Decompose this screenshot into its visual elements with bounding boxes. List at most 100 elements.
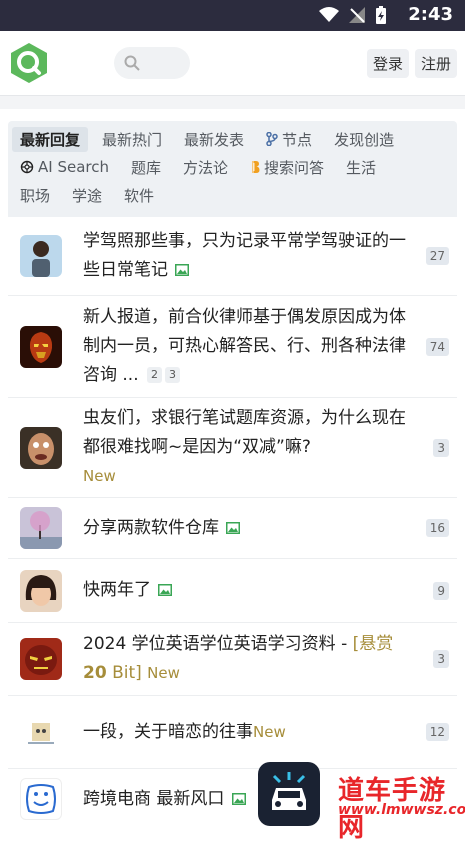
tab-nodes-label: 节点 — [282, 130, 313, 149]
tab-ai-search-label: AI Search — [38, 158, 109, 176]
reply-count: 3 — [433, 438, 449, 457]
watermark-logo — [258, 762, 320, 826]
watermark-url: www.lmwwsz.com — [338, 802, 465, 818]
topic-row[interactable]: 快两年了 9 — [8, 559, 457, 623]
search-box[interactable] — [114, 47, 190, 79]
avatar[interactable] — [20, 507, 62, 549]
branch-icon — [266, 132, 278, 146]
page-link[interactable]: 3 — [165, 367, 181, 383]
image-icon — [158, 584, 173, 596]
avatar[interactable] — [20, 711, 62, 753]
topic-title[interactable]: 虫友们，求银行笔试题库资源，为什么现在都很难找啊~是因为“双减”嘛? New — [83, 404, 457, 491]
bitcoin-icon — [252, 161, 260, 173]
wifi-icon — [319, 7, 339, 22]
avatar-tree-image — [20, 511, 62, 549]
status-bar: 2:43 — [0, 0, 465, 31]
topic-row[interactable]: 学驾照那些事，只为记录平常学驾驶证的一些日常笔记 27 — [8, 217, 457, 296]
reply-count: 12 — [425, 723, 449, 741]
new-badge: New — [253, 722, 286, 741]
topic-title-text: 分享两款软件仓库 — [83, 517, 219, 538]
openai-icon — [20, 160, 34, 174]
tab-question-bank[interactable]: 题库 — [123, 155, 169, 180]
topic-row[interactable]: 2024 学位英语学位英语学习资料 - [悬赏 20 Bit] New 3 — [8, 623, 457, 696]
reply-count: 9 — [433, 581, 449, 600]
topic-row[interactable]: 一段，关于暗恋的往事New 12 — [8, 696, 457, 769]
status-icons — [319, 6, 387, 24]
reply-count: 27 — [425, 247, 449, 265]
reply-count: 16 — [425, 519, 449, 537]
site-watermark: 道车手游网 www.lmwwsz.com — [258, 762, 465, 843]
topic-title[interactable]: 学驾照那些事，只为记录平常学驾驶证的一些日常笔记 — [83, 227, 457, 285]
category-nav: 最新回复 最新热门 最新发表 节点 发现创造 AI Search 题库 方法论 … — [8, 121, 457, 217]
auth-buttons: 登录 注册 — [366, 49, 457, 78]
tab-methodology[interactable]: 方法论 — [175, 155, 236, 180]
bounty-prefix: [悬赏 — [352, 634, 394, 654]
status-time: 2:43 — [408, 4, 453, 25]
image-icon — [231, 792, 246, 805]
no-signal-icon — [349, 7, 365, 23]
avatar-cartoon-image — [28, 723, 54, 744]
avatar-smile-image — [26, 784, 56, 814]
tab-latest-replies[interactable]: 最新回复 — [12, 126, 89, 152]
topic-title-text: 一段，关于暗恋的往事 — [83, 721, 253, 742]
tab-search-qa[interactable]: 搜索问答 — [242, 155, 332, 180]
topic-list: 学驾照那些事，只为记录平常学驾驶证的一些日常笔记 27 新人报道，前合伙律师基于… — [8, 217, 457, 829]
topic-row[interactable]: 新人报道，前合伙律师基于偶发原因成为体制内一员，可热心解答民、行、刑各种法律咨询… — [8, 296, 457, 398]
avatar-face-image — [28, 432, 54, 465]
avatar[interactable] — [20, 778, 62, 820]
image-icon — [175, 264, 190, 276]
header-divider — [0, 95, 465, 109]
search-icon — [124, 55, 140, 71]
topic-title-text: 新人报道，前合伙律师基于偶发原因成为体制内一员，可热心解答民、行、刑各种法律咨询… — [83, 307, 406, 385]
topic-title[interactable]: 分享两款软件仓库 — [83, 514, 457, 543]
topic-title[interactable]: 一段，关于暗恋的往事New — [83, 718, 457, 747]
tab-workplace[interactable]: 职场 — [12, 183, 58, 208]
avatar-person-image — [32, 241, 50, 277]
tab-search-qa-label: 搜索问答 — [264, 158, 325, 177]
topic-title-text: 学驾照那些事，只为记录平常学驾驶证的一些日常笔记 — [83, 231, 406, 280]
tab-software[interactable]: 软件 — [116, 183, 162, 208]
nav-row-1: 最新回复 最新热门 最新发表 节点 发现创造 — [12, 125, 453, 153]
avatar-girl-image — [25, 574, 57, 606]
topic-row[interactable]: 虫友们，求银行笔试题库资源，为什么现在都很难找啊~是因为“双减”嘛? New 3 — [8, 398, 457, 498]
app-header: 登录 注册 — [0, 31, 465, 95]
topic-title[interactable]: 新人报道，前合伙律师基于偶发原因成为体制内一员，可热心解答民、行、刑各种法律咨询… — [83, 303, 457, 390]
topic-title-text: 快两年了 — [83, 580, 151, 600]
login-button[interactable]: 登录 — [366, 49, 409, 78]
car-icon — [272, 772, 306, 810]
avatar[interactable] — [20, 569, 62, 612]
avatar-mask-image — [25, 645, 57, 675]
tab-latest-posts[interactable]: 最新发表 — [176, 127, 252, 152]
avatar[interactable] — [20, 235, 62, 277]
bounty-amount: 20 — [83, 663, 107, 683]
page-link[interactable]: 2 — [147, 367, 163, 383]
topic-title-text: 跨境电商 最新风口 — [83, 788, 225, 809]
battery-icon — [376, 6, 386, 24]
nav-row-3: 职场 学途 软件 — [12, 181, 453, 209]
tab-hot[interactable]: 最新热门 — [94, 127, 170, 152]
tab-study[interactable]: 学途 — [64, 183, 110, 208]
topic-title[interactable]: 快两年了 — [83, 576, 457, 605]
nav-row-2: AI Search 题库 方法论 搜索问答 生活 — [12, 153, 453, 181]
topic-title-text: 虫友们，求银行笔试题库资源，为什么现在都很难找啊~是因为“双减”嘛? — [83, 408, 406, 457]
new-badge: New — [83, 467, 116, 485]
tab-discover[interactable]: 发现创造 — [326, 127, 402, 152]
avatar[interactable] — [20, 325, 62, 368]
tab-life[interactable]: 生活 — [338, 155, 384, 180]
new-badge: New — [147, 664, 180, 682]
app-logo[interactable] — [8, 42, 50, 84]
avatar[interactable] — [20, 426, 62, 469]
bounty-suffix: Bit] — [106, 663, 142, 683]
avatar-ironman-image — [29, 331, 53, 363]
tab-nodes[interactable]: 节点 — [258, 127, 320, 152]
register-button[interactable]: 注册 — [414, 49, 457, 78]
avatar[interactable] — [20, 638, 62, 680]
logo-icon — [11, 43, 47, 83]
image-icon — [226, 521, 241, 534]
reply-count: 74 — [425, 337, 449, 356]
topic-title-text: 2024 学位英语学位英语学习资料 - — [83, 634, 353, 654]
topic-title[interactable]: 2024 学位英语学位英语学习资料 - [悬赏 20 Bit] New — [83, 630, 457, 688]
tab-ai-search[interactable]: AI Search — [12, 156, 117, 178]
topic-row[interactable]: 分享两款软件仓库 16 — [8, 498, 457, 559]
reply-count: 3 — [433, 650, 449, 668]
